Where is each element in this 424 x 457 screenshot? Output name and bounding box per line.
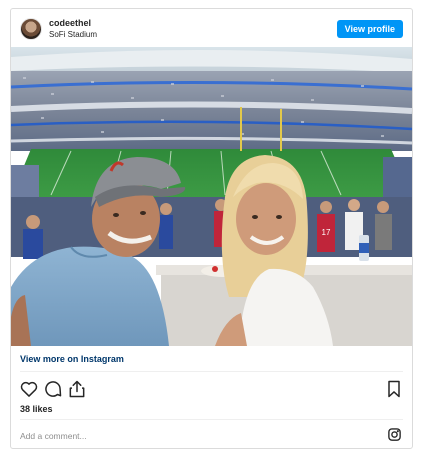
- stadium-selfie-image: 17: [11, 47, 412, 346]
- avatar[interactable]: [20, 18, 42, 40]
- likes-count[interactable]: 38 likes: [20, 404, 53, 414]
- jersey-number: 17: [322, 228, 331, 237]
- location-link[interactable]: SoFi Stadium: [49, 30, 97, 39]
- view-more-link[interactable]: View more on Instagram: [20, 354, 124, 364]
- comment-icon[interactable]: [43, 379, 63, 399]
- heart-icon[interactable]: [19, 379, 39, 399]
- action-bar: [11, 379, 412, 401]
- instagram-icon[interactable]: [387, 427, 402, 442]
- view-profile-button[interactable]: View profile: [336, 20, 403, 38]
- username-link[interactable]: codeethel: [49, 18, 91, 28]
- post-header: codeethel SoFi Stadium View profile: [11, 9, 412, 49]
- share-icon[interactable]: [67, 379, 87, 399]
- divider: [20, 419, 403, 420]
- instagram-embed-card: codeethel SoFi Stadium View profile 17 V…: [10, 8, 413, 449]
- comment-input[interactable]: [20, 429, 360, 443]
- bookmark-icon[interactable]: [384, 379, 404, 399]
- divider: [20, 371, 403, 372]
- post-photo[interactable]: 17: [11, 47, 412, 346]
